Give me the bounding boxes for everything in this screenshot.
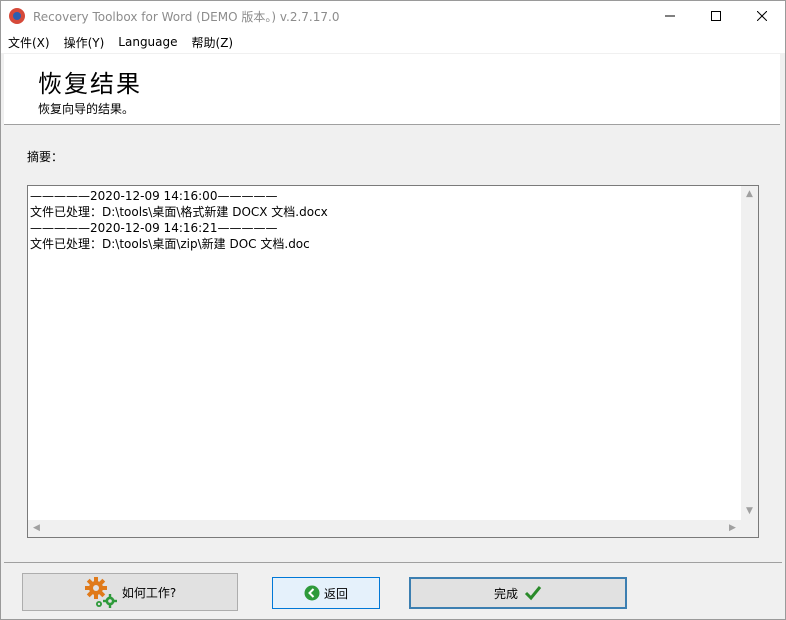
- log-lines: —————2020-12-09 14:16:00————— 文件已处理：D:\t…: [30, 188, 740, 252]
- app-window: Recovery Toolbox for Word (DEMO 版本。) v.2…: [0, 0, 786, 620]
- menu-action[interactable]: 操作(Y): [57, 34, 112, 51]
- vertical-scrollbar[interactable]: ▲ ▼: [741, 186, 758, 520]
- close-icon: [757, 11, 767, 21]
- scroll-right-icon[interactable]: ▶: [724, 520, 741, 537]
- back-button[interactable]: 返回: [272, 577, 380, 609]
- close-button[interactable]: [739, 1, 785, 31]
- maximize-icon: [711, 11, 721, 21]
- minimize-button[interactable]: [647, 1, 693, 31]
- gears-icon: [84, 577, 117, 608]
- log-line: 文件已处理：D:\tools\桌面\zip\新建 DOC 文档.doc: [30, 237, 310, 251]
- back-label: 返回: [323, 586, 348, 601]
- window-title: Recovery Toolbox for Word (DEMO 版本。) v.2…: [33, 9, 340, 24]
- window-controls: [647, 1, 785, 31]
- finish-button[interactable]: 完成: [409, 577, 627, 609]
- horizontal-scrollbar[interactable]: ◀ ▶: [28, 520, 741, 537]
- menu-language[interactable]: Language: [111, 35, 184, 49]
- page-subtitle: 恢复向导的结果。: [38, 102, 135, 116]
- menu-help[interactable]: 帮助(Z): [185, 34, 241, 51]
- app-logo-icon: [9, 8, 25, 24]
- checkmark-icon: [524, 586, 542, 601]
- summary-label: 摘要：: [27, 150, 64, 164]
- footer-divider: [4, 562, 782, 563]
- back-arrow-icon: [304, 585, 320, 601]
- menu-bar: 文件(X) 操作(Y) Language 帮助(Z): [1, 31, 785, 53]
- maximize-button[interactable]: [693, 1, 739, 31]
- finish-label: 完成: [493, 586, 518, 601]
- scroll-up-icon[interactable]: ▲: [741, 186, 758, 203]
- how-it-works-button[interactable]: 如何工作?: [22, 573, 238, 611]
- scroll-corner: [741, 520, 758, 537]
- summary-log-list[interactable]: —————2020-12-09 14:16:00————— 文件已处理：D:\t…: [27, 185, 759, 538]
- log-line: —————2020-12-09 14:16:00—————: [30, 189, 278, 203]
- scroll-left-icon[interactable]: ◀: [28, 520, 45, 537]
- menu-file[interactable]: 文件(X): [1, 34, 57, 51]
- minimize-icon: [665, 15, 675, 17]
- how-it-works-label: 如何工作?: [121, 585, 177, 600]
- log-line: —————2020-12-09 14:16:21—————: [30, 221, 278, 235]
- wizard-header: 恢复结果 恢复向导的结果。: [4, 54, 780, 125]
- page-title: 恢复结果: [38, 70, 142, 98]
- scroll-down-icon[interactable]: ▼: [741, 503, 758, 520]
- title-bar[interactable]: Recovery Toolbox for Word (DEMO 版本。) v.2…: [1, 1, 785, 31]
- log-line: 文件已处理：D:\tools\桌面\格式新建 DOCX 文档.docx: [30, 205, 328, 219]
